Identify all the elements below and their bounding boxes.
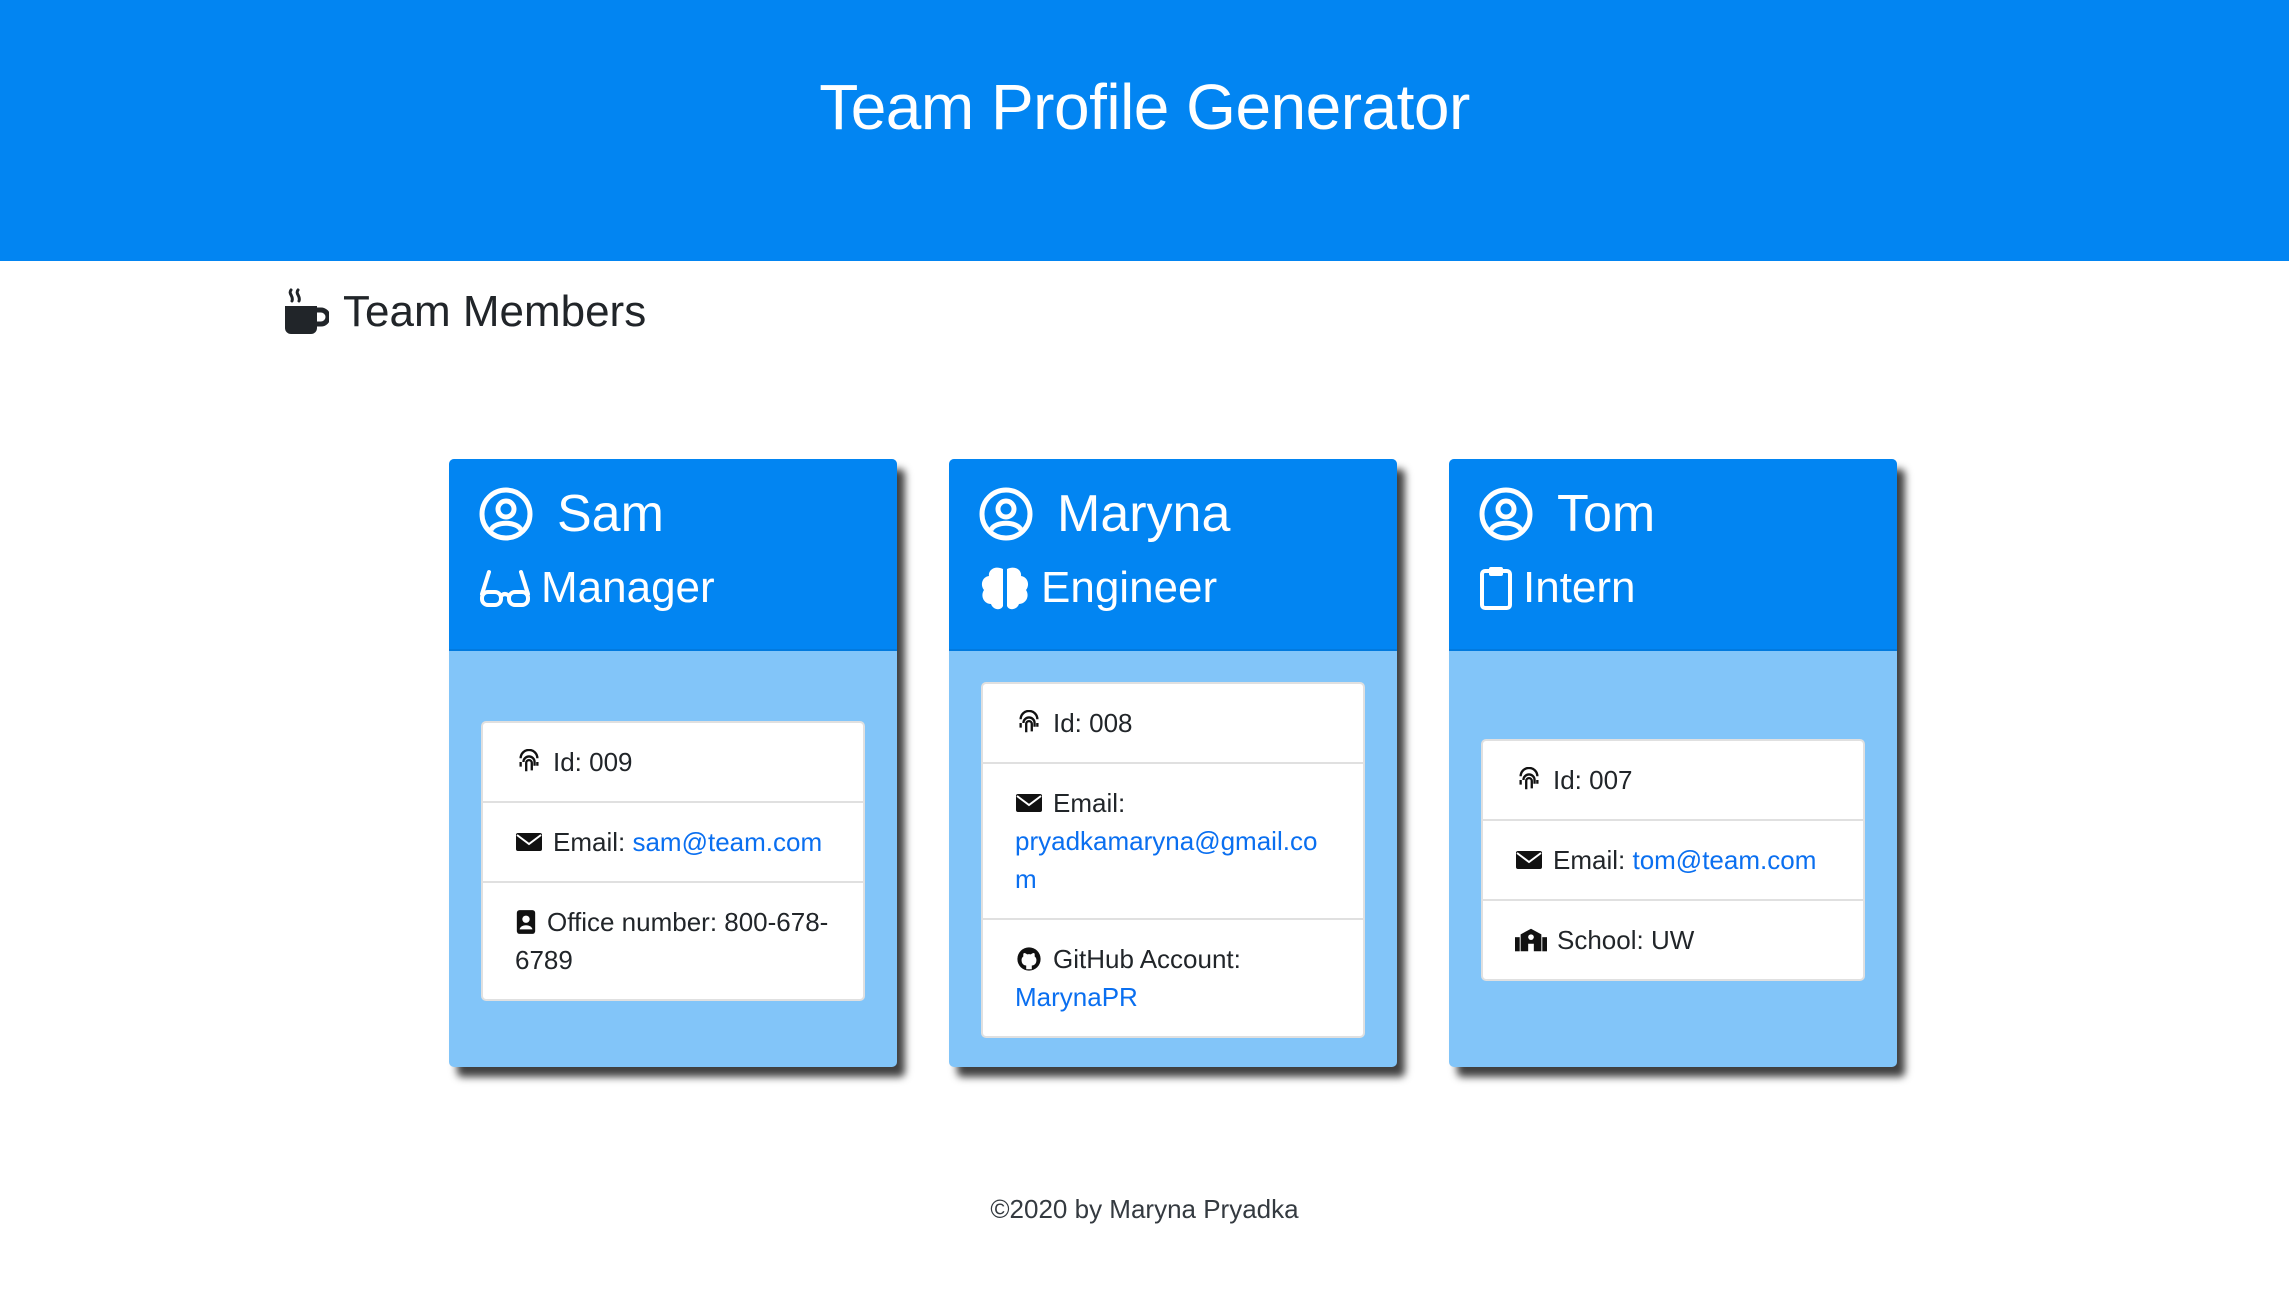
employee-role: Manager — [541, 563, 715, 612]
user-circle-icon — [1479, 487, 1533, 541]
employee-card-engineer: Maryna Engineer Id: 008 Email: pryadkama… — [949, 459, 1397, 1067]
employee-role: Engineer — [1041, 563, 1218, 612]
school: School: UW — [1557, 925, 1695, 955]
list-item-email: Email: pryadkamaryna@gmail.com — [983, 764, 1363, 920]
page-header: Team Profile Generator — [0, 0, 2289, 261]
employee-role: Intern — [1523, 563, 1636, 612]
employee-id: Id: 008 — [1053, 708, 1133, 738]
page-title: Team Profile Generator — [819, 71, 1470, 143]
employee-id: Id: 009 — [553, 747, 633, 777]
github-icon — [1017, 947, 1041, 971]
email-label: Email: — [1053, 788, 1126, 818]
fingerprint-icon — [1519, 766, 1539, 790]
user-circle-icon — [979, 487, 1033, 541]
list-item-email: Email: sam@team.com — [483, 803, 863, 883]
office-number: Office number: 800-678-6789 — [515, 907, 829, 975]
github-label: GitHub Account: — [1053, 944, 1241, 974]
employee-info-list: Id: 007 Email: tom@team.com School: UW — [1481, 739, 1865, 981]
fingerprint-icon — [1019, 709, 1039, 733]
list-item-github: GitHub Account: MarynaPR — [983, 920, 1363, 1036]
list-item-school: School: UW — [1483, 901, 1863, 979]
list-item-id: Id: 008 — [983, 684, 1363, 764]
email-label: Email: — [553, 827, 633, 857]
school-icon — [1515, 928, 1547, 952]
employee-name: Sam — [557, 485, 664, 543]
list-item-id: Id: 007 — [1483, 741, 1863, 821]
team-members-heading: Team Members — [283, 287, 646, 337]
user-circle-icon — [479, 487, 533, 541]
card-header: Sam Manager — [449, 459, 897, 651]
coffee-icon — [285, 288, 329, 334]
card-body: Id: 008 Email: pryadkamaryna@gmail.com G… — [949, 651, 1397, 1067]
brain-icon — [981, 567, 1029, 610]
card-header: Maryna Engineer — [949, 459, 1397, 651]
employee-card-manager: Sam Manager Id: 009 Email: sam@team.com … — [449, 459, 897, 1067]
fingerprint-icon — [519, 748, 539, 772]
card-header: Tom Intern — [1449, 459, 1897, 651]
employee-info-list: Id: 009 Email: sam@team.com Office numbe… — [481, 721, 865, 1001]
card-body: Id: 007 Email: tom@team.com School: UW — [1449, 651, 1897, 1067]
card-body: Id: 009 Email: sam@team.com Office numbe… — [449, 651, 897, 1067]
email-label: Email: — [1553, 845, 1633, 875]
address-book-icon — [516, 910, 536, 934]
email-link[interactable]: sam@team.com — [632, 827, 822, 857]
employee-name: Maryna — [1057, 485, 1231, 543]
github-link[interactable]: MarynaPR — [1015, 982, 1138, 1012]
email-link[interactable]: pryadkamaryna@gmail.com — [1015, 826, 1317, 894]
employee-card-intern: Tom Intern Id: 007 Email: tom@team.com S… — [1449, 459, 1897, 1067]
email-link[interactable]: tom@team.com — [1632, 845, 1816, 875]
employee-id: Id: 007 — [1553, 765, 1633, 795]
list-item-id: Id: 009 — [483, 723, 863, 803]
employee-info-list: Id: 008 Email: pryadkamaryna@gmail.com G… — [981, 682, 1365, 1038]
glasses-icon — [480, 570, 530, 607]
clipboard-icon — [1480, 567, 1512, 610]
list-item-office-number: Office number: 800-678-6789 — [483, 883, 863, 999]
employee-name: Tom — [1557, 485, 1656, 543]
envelope-icon — [1016, 794, 1042, 812]
envelope-icon — [516, 833, 542, 851]
list-item-email: Email: tom@team.com — [1483, 821, 1863, 901]
envelope-icon — [1516, 851, 1542, 869]
team-members-title: Team Members — [343, 287, 647, 336]
footer-copyright: ©2020 by Maryna Pryadka — [990, 1194, 1299, 1224]
